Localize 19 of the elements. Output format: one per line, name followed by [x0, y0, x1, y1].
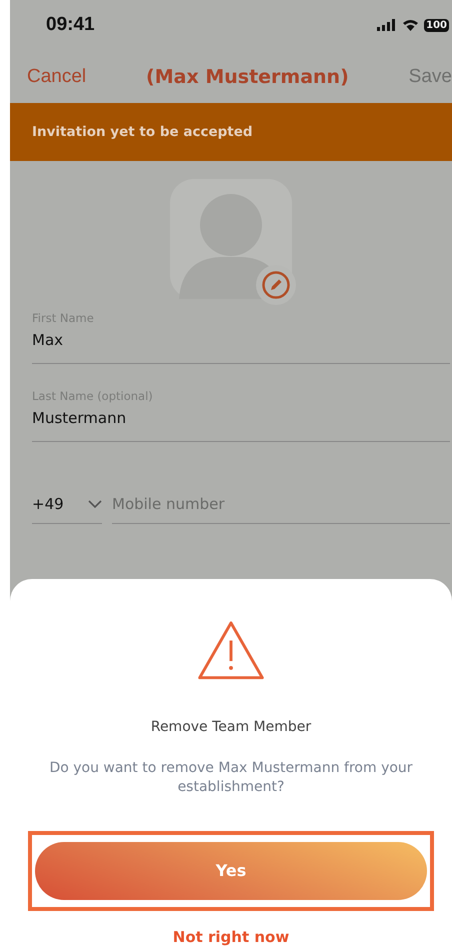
status-time: 09:41	[46, 14, 95, 36]
field-value: Max	[32, 331, 64, 349]
wifi-icon	[402, 19, 420, 31]
chevron-down-icon	[88, 500, 102, 508]
warning-icon	[196, 620, 266, 681]
avatar-placeholder-icon	[170, 179, 292, 299]
cancel-button[interactable]: Cancel	[27, 66, 86, 88]
battery-level: 100	[424, 18, 449, 32]
signal-icon	[377, 19, 398, 31]
dialog-title: Remove Team Member	[150, 718, 312, 735]
country-code-select[interactable]: +49	[32, 495, 102, 524]
phone-input[interactable]: Mobile number	[112, 495, 450, 524]
screen-title: (Max Mustermann)	[146, 66, 349, 88]
dismiss-button[interactable]: Not right now	[166, 927, 296, 947]
status-banner: Invitation yet to be accepted	[10, 103, 452, 161]
edit-photo-button[interactable]	[256, 265, 296, 305]
field-value: Mustermann	[32, 409, 128, 427]
confirm-button[interactable]: Yes	[35, 842, 427, 900]
dialog-message: Do you want to remove Max Mustermann from your establishment?	[48, 758, 414, 797]
